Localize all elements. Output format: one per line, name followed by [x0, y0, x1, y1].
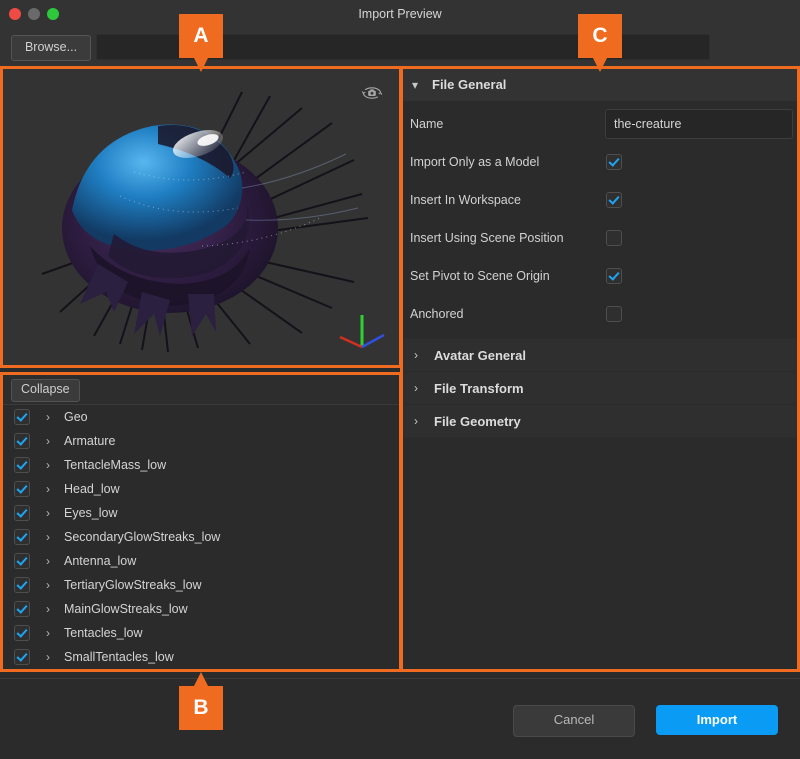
table-row[interactable]: › Eyes_low	[2, 501, 400, 525]
chevron-right-icon[interactable]: ›	[46, 483, 60, 495]
model-preview-viewport[interactable]	[2, 68, 400, 365]
section-title: File Geometry	[434, 414, 521, 429]
chevron-right-icon[interactable]: ›	[46, 531, 60, 543]
table-row[interactable]: › Geo	[2, 405, 400, 429]
table-row[interactable]: › Antenna_low	[2, 549, 400, 573]
property-option-label: Insert In Workspace	[410, 193, 605, 207]
tree-item-checkbox[interactable]	[14, 481, 30, 497]
property-row-option: Set Pivot to Scene Origin	[402, 257, 798, 295]
property-option-checkbox[interactable]	[606, 192, 622, 208]
table-row[interactable]: › TertiaryGlowStreaks_low	[2, 573, 400, 597]
cancel-button[interactable]: Cancel	[513, 705, 635, 737]
browse-toolbar: Browse...	[0, 28, 800, 66]
property-row-option: Anchored	[402, 295, 798, 333]
table-row[interactable]: › SmallTentacles_low	[2, 645, 400, 669]
tree-item-checkbox[interactable]	[14, 649, 30, 665]
tree-item-label: MainGlowStreaks_low	[64, 602, 188, 616]
tree-item-checkbox[interactable]	[14, 505, 30, 521]
table-row[interactable]: › Tentacles_low	[2, 621, 400, 645]
import-hierarchy-panel: Collapse ›Geo›Armature›TentacleMass_low›…	[2, 374, 400, 669]
label-name: Name	[410, 117, 605, 131]
property-option-label: Import Only as a Model	[410, 155, 605, 169]
import-button[interactable]: Import	[656, 705, 778, 735]
tree-item-label: Armature	[64, 434, 115, 448]
property-option-label: Insert Using Scene Position	[410, 231, 605, 245]
import-preview-window: Import Preview Browse...	[0, 0, 800, 758]
tree-item-checkbox[interactable]	[14, 433, 30, 449]
chevron-right-icon[interactable]: ›	[46, 603, 60, 615]
section-header-collapsed[interactable]: › Avatar General	[402, 339, 798, 372]
tree-item-label: Eyes_low	[64, 506, 118, 520]
file-path-input[interactable]	[96, 34, 710, 60]
chevron-right-icon[interactable]: ›	[46, 435, 60, 447]
tree-item-label: SecondaryGlowStreaks_low	[64, 530, 220, 544]
property-option-checkbox[interactable]	[606, 268, 622, 284]
section-header-collapsed[interactable]: › File Geometry	[402, 405, 798, 438]
browse-button[interactable]: Browse...	[11, 35, 91, 61]
property-row-name: Name the-creature	[402, 105, 798, 143]
properties-panel: ▾ File General Name the-creature Import …	[402, 68, 798, 669]
chevron-right-icon[interactable]: ›	[46, 507, 60, 519]
section-title-file-general: File General	[432, 77, 506, 92]
window-title: Import Preview	[0, 0, 800, 28]
chevron-right-icon[interactable]: ›	[46, 627, 60, 639]
table-row[interactable]: › Armature	[2, 429, 400, 453]
tree-item-label: Geo	[64, 410, 88, 424]
file-general-options: Import Only as a Model Insert In Workspac…	[402, 143, 798, 333]
property-option-checkbox[interactable]	[606, 306, 622, 322]
tree-item-label: Tentacles_low	[64, 626, 143, 640]
tree-item-label: TentacleMass_low	[64, 458, 166, 472]
tree-item-checkbox[interactable]	[14, 625, 30, 641]
property-option-checkbox[interactable]	[606, 230, 622, 246]
tree-item-checkbox[interactable]	[14, 529, 30, 545]
file-general-body: Name the-creature Import Only as a Model…	[402, 101, 798, 333]
table-row[interactable]: › TentacleMass_low	[2, 453, 400, 477]
chevron-right-icon[interactable]: ›	[46, 459, 60, 471]
tree-item-label: SmallTentacles_low	[64, 650, 174, 664]
tree-item-checkbox[interactable]	[14, 457, 30, 473]
chevron-right-icon[interactable]: ›	[46, 579, 60, 591]
chevron-right-icon[interactable]: ›	[46, 411, 60, 423]
section-title: Avatar General	[434, 348, 526, 363]
tree-item-checkbox[interactable]	[14, 577, 30, 593]
section-header-file-general[interactable]: ▾ File General	[402, 68, 798, 101]
name-input[interactable]: the-creature	[605, 109, 793, 139]
collapsed-sections: › Avatar General › File Transform › File Geom…	[402, 339, 798, 438]
property-option-label: Anchored	[410, 307, 605, 321]
chevron-right-icon[interactable]: ›	[46, 555, 60, 567]
tree-item-label: TertiaryGlowStreaks_low	[64, 578, 202, 592]
section-header-collapsed[interactable]: › File Transform	[402, 372, 798, 405]
camera-orbit-icon[interactable]	[360, 81, 384, 105]
dialog-footer: Cancel Import	[0, 678, 800, 759]
property-option-label: Set Pivot to Scene Origin	[410, 269, 605, 283]
table-row[interactable]: › SecondaryGlowStreaks_low	[2, 525, 400, 549]
axis-gizmo-icon	[336, 307, 388, 357]
collapse-button[interactable]: Collapse	[11, 379, 80, 402]
chevron-right-icon: ›	[414, 349, 430, 361]
title-bar: Import Preview	[0, 0, 800, 28]
table-row[interactable]: › MainGlowStreaks_low	[2, 597, 400, 621]
tree-toolbar: Collapse	[2, 374, 400, 405]
table-row[interactable]: › Head_low	[2, 477, 400, 501]
tree-item-checkbox[interactable]	[14, 601, 30, 617]
tree-item-label: Head_low	[64, 482, 120, 496]
tree-item-checkbox[interactable]	[14, 553, 30, 569]
property-row-option: Import Only as a Model	[402, 143, 798, 181]
property-row-option: Insert In Workspace	[402, 181, 798, 219]
tree-item-checkbox[interactable]	[14, 409, 30, 425]
chevron-right-icon[interactable]: ›	[46, 651, 60, 663]
hierarchy-tree-list[interactable]: ›Geo›Armature›TentacleMass_low›Head_low›…	[2, 405, 400, 669]
chevron-down-icon: ▾	[412, 79, 428, 91]
chevron-right-icon: ›	[414, 382, 430, 394]
tree-item-label: Antenna_low	[64, 554, 136, 568]
chevron-right-icon: ›	[414, 415, 430, 427]
property-option-checkbox[interactable]	[606, 154, 622, 170]
property-row-option: Insert Using Scene Position	[402, 219, 798, 257]
section-title: File Transform	[434, 381, 524, 396]
